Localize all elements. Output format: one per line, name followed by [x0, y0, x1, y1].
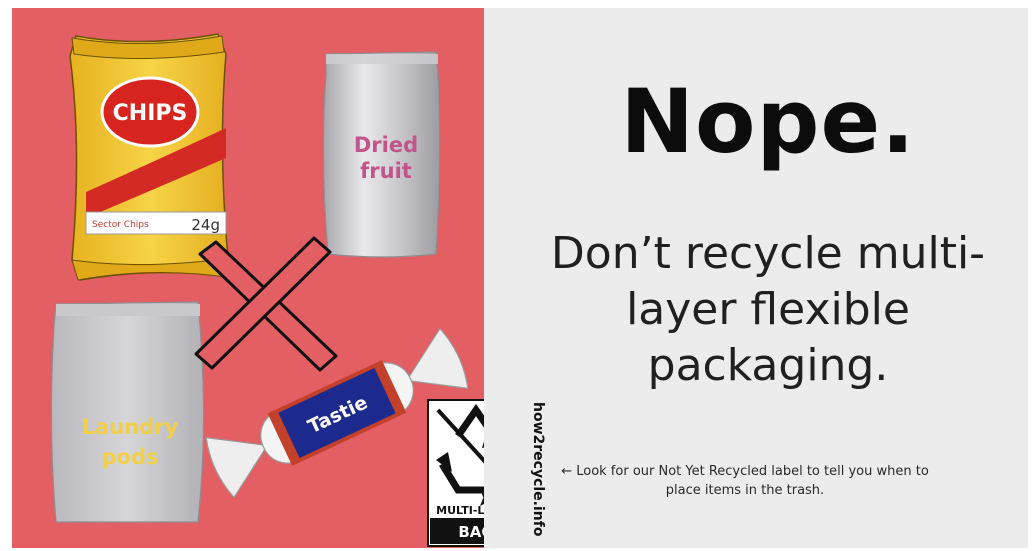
- label-material-text: MULTI-LAYER: [436, 504, 484, 517]
- chips-brand-label: CHIPS: [113, 101, 188, 126]
- headline: Nope.: [620, 70, 916, 173]
- laundry-pods-label-line2: pods: [102, 445, 159, 469]
- laundry-pods-label-line1: Laundry: [82, 415, 179, 439]
- chips-subtext-label: Sector Chips: [92, 220, 149, 230]
- laundry-pods-pouch: Laundry pods: [50, 301, 205, 523]
- x-mark-icon: [194, 236, 338, 372]
- how2recycle-label: MULTI-LAYER BAG: [427, 399, 484, 547]
- label-type-text: BAG: [458, 523, 484, 541]
- dried-fruit-label-line1: Dried: [354, 133, 418, 157]
- dried-fruit-pouch: Dried fruit: [322, 51, 441, 258]
- dried-fruit-label-line2: fruit: [360, 159, 412, 183]
- chips-bag: CHIPS Sector Chips 24g: [69, 33, 236, 281]
- label-website-text: how2recycle.info: [530, 402, 546, 537]
- label-instruction-note: ← Look for our Not Yet Recycled label to…: [561, 464, 929, 498]
- subheadline: Don’t recycle multi-layer flexible packa…: [550, 228, 986, 391]
- chips-weight-label: 24g: [191, 216, 220, 234]
- packaging-illustration: CHIPS Sector Chips 24g Dried fruit Laund…: [50, 33, 484, 547]
